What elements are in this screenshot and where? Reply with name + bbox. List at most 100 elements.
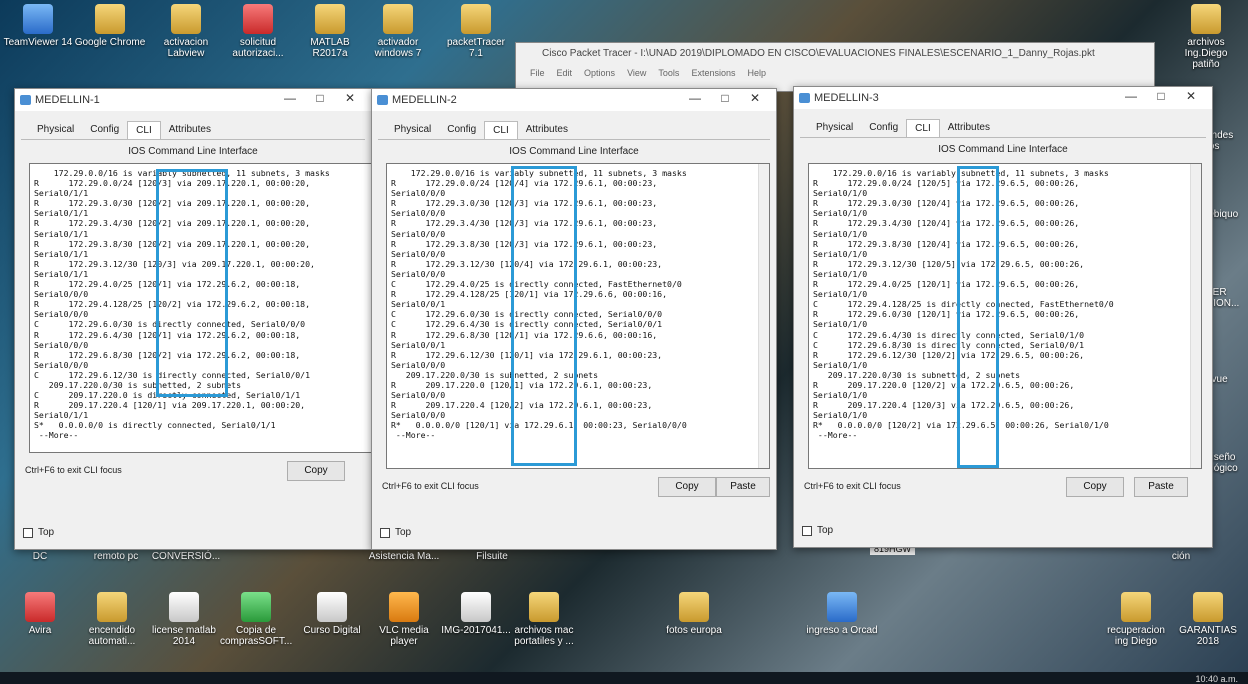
avira-icon <box>25 592 55 622</box>
tab-config[interactable]: Config <box>439 121 484 139</box>
desktop-icon[interactable]: VLC media player <box>368 592 440 647</box>
router-window-1[interactable]: MEDELLIN-1 — □ ✕ Physical Config CLI Attributes… <box>14 88 375 550</box>
tab-physical[interactable]: Physical <box>29 121 82 139</box>
tab-cli[interactable]: CLI <box>127 121 161 139</box>
desktop-icon[interactable]: license matlab 2014 <box>148 592 220 647</box>
window-titlebar[interactable]: MEDELLIN-2 — □ ✕ <box>372 89 776 111</box>
desktop-icon[interactable]: GARANTIAS 2018 <box>1172 592 1244 647</box>
folder-icon <box>529 592 559 622</box>
menu-item-view[interactable]: View <box>627 68 646 78</box>
desktop-icon-label: VLC media player <box>379 625 429 647</box>
desktop-icon[interactable]: DC <box>4 551 76 562</box>
desktop-icon[interactable]: solicitud autorizaci... <box>222 4 294 59</box>
close-icon[interactable]: ✕ <box>335 91 365 105</box>
packet-tracer-icon <box>377 95 388 105</box>
top-checkbox[interactable]: Top <box>802 525 833 536</box>
top-checkbox[interactable]: Top <box>23 527 54 538</box>
close-icon[interactable]: ✕ <box>740 91 770 105</box>
desktop-icon[interactable]: IMG-2017041... <box>440 592 512 636</box>
tab-attributes[interactable]: Attributes <box>518 121 576 139</box>
menu-item-help[interactable]: Help <box>747 68 766 78</box>
desktop-icon[interactable]: CONVERSIÓ... <box>150 551 222 562</box>
tab-cli[interactable]: CLI <box>906 119 940 137</box>
desktop-icon[interactable]: Google Chrome <box>74 4 146 48</box>
copy-button[interactable]: Copy <box>287 461 345 481</box>
desktop-icon[interactable]: archivos mac portatiles y ... <box>508 592 580 647</box>
terminal-scrollbar[interactable] <box>758 164 769 468</box>
folder-icon <box>97 592 127 622</box>
desktop-icon[interactable]: fotos europa <box>658 592 730 636</box>
tab-physical[interactable]: Physical <box>808 119 861 137</box>
router-window-3[interactable]: MEDELLIN-3 — □ ✕ Physical Config CLI Attributes… <box>793 86 1213 548</box>
desktop-icon[interactable]: activacion Labview <box>150 4 222 59</box>
chrome-icon <box>95 4 125 34</box>
desktop-icon[interactable]: remoto pc <box>80 551 152 562</box>
desktop-icon[interactable]: ingreso a Orcad <box>806 592 878 636</box>
desktop-icon[interactable]: ción <box>1145 551 1217 562</box>
copy-button[interactable]: Copy <box>658 477 716 497</box>
cli-terminal[interactable]: 172.29.0.0/16 is variably subnetted, 11 … <box>29 163 375 453</box>
tab-attributes[interactable]: Attributes <box>940 119 998 137</box>
desktop-icon[interactable]: Filsuite <box>456 551 528 562</box>
tab-config[interactable]: Config <box>82 121 127 139</box>
desktop-icon[interactable]: archivos Ing.Diego patiño <box>1170 4 1242 70</box>
image-icon <box>461 592 491 622</box>
paste-button[interactable]: Paste <box>1134 477 1188 497</box>
checkbox-icon[interactable] <box>23 527 33 538</box>
maximize-icon[interactable]: □ <box>305 91 335 105</box>
matlab-icon <box>315 4 345 34</box>
close-icon[interactable]: ✕ <box>1176 89 1206 103</box>
desktop-icon[interactable]: MATLAB R2017a <box>294 4 366 59</box>
folder-icon <box>1191 4 1221 34</box>
minimize-icon[interactable]: — <box>275 91 305 105</box>
minimize-icon[interactable]: — <box>680 91 710 105</box>
menu-item-extensions[interactable]: Extensions <box>691 68 735 78</box>
router-window-2[interactable]: MEDELLIN-2 — □ ✕ Physical Config CLI Attributes… <box>371 88 777 550</box>
menu-item-tools[interactable]: Tools <box>658 68 679 78</box>
folder-icon <box>679 592 709 622</box>
checkbox-icon[interactable] <box>380 527 390 538</box>
maximize-icon[interactable]: □ <box>1146 89 1176 103</box>
folder-icon <box>1193 592 1223 622</box>
window-titlebar[interactable]: MEDELLIN-3 — □ ✕ <box>794 87 1212 109</box>
minimize-icon[interactable]: — <box>1116 89 1146 103</box>
cli-heading: IOS Command Line Interface <box>509 146 639 157</box>
desktop-icon[interactable]: Copia de comprasSOFT... <box>220 592 292 647</box>
packet-tracer-menu: File Edit Options View Tools Extensions Help <box>516 65 1154 81</box>
desktop-icon[interactable]: packetTracer 7.1 <box>440 4 512 59</box>
window-titlebar[interactable]: MEDELLIN-1 — □ ✕ <box>15 89 371 111</box>
desktop-icon[interactable]: recuperacion ing Diego <box>1100 592 1172 647</box>
copy-button[interactable]: Copy <box>1066 477 1124 497</box>
checkbox-icon[interactable] <box>802 525 812 536</box>
tab-cli[interactable]: CLI <box>484 121 518 139</box>
window-title: MEDELLIN-3 <box>814 92 879 104</box>
tab-bar: Physical Config CLI Attributes <box>800 109 1206 138</box>
document-icon <box>169 592 199 622</box>
tab-config[interactable]: Config <box>861 119 906 137</box>
maximize-icon[interactable]: □ <box>710 91 740 105</box>
desktop-icon[interactable]: Curso Digital <box>296 592 368 636</box>
folder-icon <box>1121 592 1151 622</box>
desktop-icon[interactable]: encendido automati... <box>76 592 148 647</box>
top-checkbox-label: Top <box>817 525 834 536</box>
top-checkbox[interactable]: Top <box>380 527 411 538</box>
tab-physical[interactable]: Physical <box>386 121 439 139</box>
folder-icon <box>461 4 491 34</box>
menu-item-options[interactable]: Options <box>584 68 615 78</box>
menu-item-edit[interactable]: Edit <box>557 68 573 78</box>
packet-tracer-icon <box>799 93 810 103</box>
menu-item-file[interactable]: File <box>530 68 545 78</box>
desktop-icon[interactable]: TeamViewer 14 <box>2 4 74 48</box>
cli-terminal[interactable]: 172.29.0.0/16 is variably subnetted, 11 … <box>386 163 770 469</box>
paste-button[interactable]: Paste <box>716 477 770 497</box>
cli-focus-hint: Ctrl+F6 to exit CLI focus <box>25 465 122 475</box>
desktop-icon[interactable]: Asistencia Ma... <box>368 551 440 562</box>
desktop-icon-label: encendido automati... <box>88 625 136 647</box>
packet-tracer-window[interactable]: Cisco Packet Tracer - I:\UNAD 2019\DIPLO… <box>515 42 1155 92</box>
tab-attributes[interactable]: Attributes <box>161 121 219 139</box>
terminal-scrollbar[interactable] <box>1190 164 1201 468</box>
document-icon <box>317 592 347 622</box>
desktop-icon[interactable]: activador windows 7 <box>362 4 434 59</box>
desktop-icon[interactable]: Avira <box>4 592 76 636</box>
cli-terminal[interactable]: 172.29.0.0/16 is variably subnetted, 11 … <box>808 163 1202 469</box>
